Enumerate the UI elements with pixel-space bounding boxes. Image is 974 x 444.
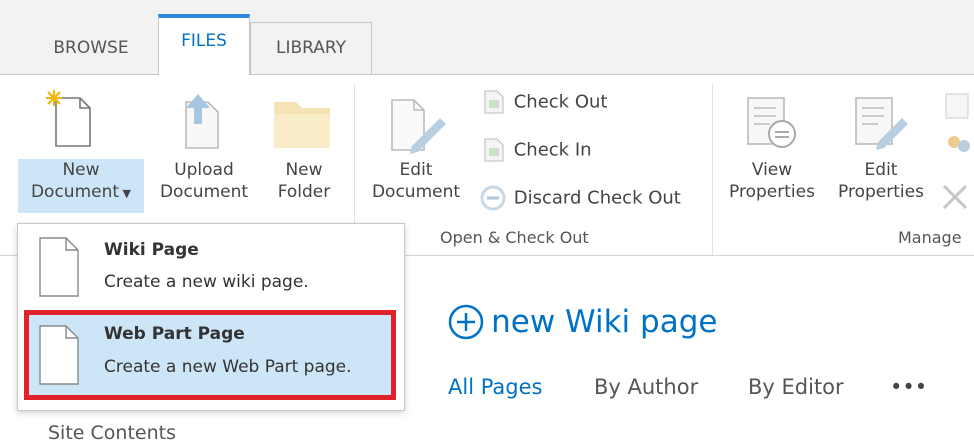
check-out-button[interactable]: Check Out	[480, 88, 680, 118]
wiki-page-menu-item[interactable]: Wiki Page Create a new wiki page.	[24, 228, 396, 306]
view-properties-button[interactable]: View Properties	[722, 159, 822, 213]
nav-by-editor[interactable]: By Editor	[748, 375, 844, 399]
tab-browse[interactable]: BROWSE	[32, 22, 150, 75]
view-properties-label-line1: View	[751, 160, 793, 180]
edit-document-label-line1: Edit	[399, 160, 433, 180]
nav-all-pages[interactable]: All Pages	[448, 375, 543, 399]
edit-properties-label-line2: Properties	[838, 182, 924, 202]
check-in-label: Check In	[513, 139, 592, 161]
new-folder-button[interactable]: New Folder	[266, 159, 342, 213]
folder-icon	[274, 102, 330, 148]
new-document-icon	[46, 90, 91, 147]
wiki-page-title: Wiki Page	[104, 240, 199, 260]
view-properties-label-line2: Properties	[729, 182, 815, 202]
web-part-page-menu-item[interactable]: Web Part Page Create a new Web Part page…	[24, 310, 396, 400]
new-wiki-page-link[interactable]: new Wiki page	[446, 302, 717, 342]
group-label-manage: Manage	[898, 228, 962, 247]
new-folder-label-line1: New	[285, 160, 323, 180]
site-contents-link[interactable]: Site Contents	[48, 422, 176, 444]
web-part-page-icon	[39, 325, 79, 385]
discard-check-out-button[interactable]: Discard Check Out	[478, 184, 708, 214]
view-properties-icon	[747, 97, 796, 148]
edit-document-label-line2: Document	[371, 182, 461, 202]
add-circle-icon	[448, 304, 484, 340]
check-out-label: Check Out	[513, 91, 608, 113]
new-document-button[interactable]: New Document ▼	[18, 159, 144, 213]
ribbon-separator	[712, 84, 713, 256]
wiki-page-description: Create a new wiki page.	[104, 272, 309, 292]
upload-document-label-line2: Document	[159, 182, 249, 202]
nav-by-author[interactable]: By Author	[594, 375, 698, 399]
edit-properties-button[interactable]: Edit Properties	[830, 159, 932, 213]
dropdown-arrow-icon: ▼	[119, 187, 132, 200]
web-part-page-title: Web Part Page	[104, 324, 245, 344]
check-out-icon	[484, 90, 504, 114]
web-part-page-description: Create a new Web Part page.	[104, 357, 352, 377]
upload-document-icon	[185, 94, 219, 149]
tab-files[interactable]: FILES	[158, 14, 250, 75]
new-document-label-line1: New	[62, 160, 100, 180]
more-options-icon[interactable]: •••	[890, 375, 927, 399]
new-folder-label-line2: Folder	[277, 182, 331, 202]
edit-document-button[interactable]: Edit Document	[364, 159, 468, 213]
tab-library[interactable]: LIBRARY	[250, 22, 372, 75]
group-label-open-check-out: Open & Check Out	[440, 228, 589, 247]
upload-document-label-line1: Upload	[174, 160, 234, 180]
upload-document-button[interactable]: Upload Document	[154, 159, 254, 213]
new-document-dropdown: Wiki Page Create a new wiki page. Web Pa…	[17, 223, 405, 411]
new-wiki-page-label: new Wiki page	[491, 304, 718, 340]
wiki-page-icon	[39, 237, 79, 297]
discard-check-out-icon	[480, 185, 506, 211]
discard-check-out-label: Discard Check Out	[513, 187, 681, 209]
edit-document-icon	[391, 99, 446, 154]
edit-properties-label-line1: Edit	[864, 160, 898, 180]
check-in-icon	[484, 138, 504, 162]
check-in-button[interactable]: Check In	[480, 136, 680, 166]
edit-properties-icon	[855, 97, 908, 150]
new-document-label-line2: Document	[30, 182, 120, 202]
manage-small-icons	[942, 93, 970, 210]
